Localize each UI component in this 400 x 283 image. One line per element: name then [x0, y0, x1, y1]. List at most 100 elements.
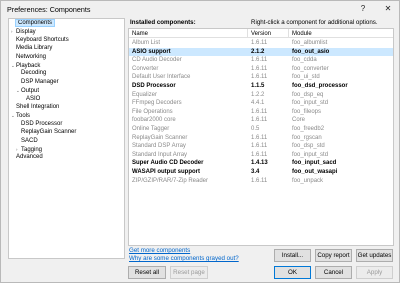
cell-name: FFmpeg Decoders: [132, 100, 182, 107]
cell-version: 1.6.11: [251, 57, 268, 64]
cell-name: foobar2000 core: [132, 117, 176, 124]
tree-item-label: Networking: [16, 53, 47, 60]
preferences-window: Preferences: Components ? ✕ Components › D…: [0, 0, 400, 283]
cell-module: foo_albumlist: [292, 40, 328, 46]
cell-module: foo_unpack: [292, 177, 324, 184]
table-row[interactable]: Album List 1.6.11 foo_albumlist: [129, 39, 393, 48]
tree-item-label: ReplayGain Scanner: [21, 129, 77, 136]
cell-version: 1.6.11: [251, 151, 268, 158]
components-list[interactable]: Name Version Module Album List 1.6.11 foo_…: [128, 28, 394, 246]
cell-version: 1.1.5: [251, 83, 265, 89]
table-row[interactable]: CD Audio Decoder 1.6.11 foo_cdda: [129, 56, 393, 65]
install-button[interactable]: Install...: [274, 249, 311, 262]
cell-name: Default User Interface: [132, 74, 191, 81]
cell-version: 1.6.11: [251, 74, 268, 81]
tree-item[interactable]: ReplayGain Scanner: [16, 129, 76, 136]
why-grayed-out-link[interactable]: Why are some components grayed out?: [129, 255, 239, 262]
cancel-button[interactable]: Cancel: [315, 266, 352, 279]
column-separator[interactable]: [288, 29, 289, 38]
right-click-hint: Right-click a component for additional o…: [251, 19, 378, 26]
cell-name: Standard Input Array: [132, 151, 188, 158]
preferences-tree[interactable]: Components › Display Keyboard Shortcuts Medi…: [8, 18, 125, 259]
tree-item[interactable]: Decoding: [16, 70, 46, 77]
list-header: Name Version Module: [129, 29, 393, 38]
tree-item[interactable]: Media Library: [11, 45, 52, 52]
table-row[interactable]: WASAPI output support 3.4 foo_out_wasapi: [129, 168, 393, 177]
cell-module: foo_input_sacd: [292, 160, 337, 167]
tree-item[interactable]: ⌄Playback: [11, 62, 40, 69]
tree-item[interactable]: DSD Processor: [16, 121, 62, 128]
tree-item-label: Tools: [16, 113, 31, 120]
table-row[interactable]: foobar2000 core 1.6.11 Core: [129, 116, 393, 125]
cell-name: Album List: [132, 40, 161, 46]
cell-name: DSD Processor: [132, 83, 176, 89]
table-row[interactable]: Converter 1.6.11 foo_converter: [129, 65, 393, 74]
table-row[interactable]: ReplayGain Scanner 1.6.11 foo_rgscan: [129, 134, 393, 143]
table-row[interactable]: Super Audio CD Decoder 1.4.13 foo_input_sa…: [129, 159, 393, 168]
cell-module: foo_input_std: [292, 100, 329, 107]
tree-item-label: ASIO: [26, 95, 41, 102]
tree-item-label: Components: [14, 19, 56, 27]
tree-item[interactable]: DSP Manager: [16, 79, 59, 86]
cell-module: foo_out_asio: [292, 48, 330, 55]
cell-version: 1.6.11: [251, 177, 268, 184]
tree-item-label: Shell Integration: [16, 104, 60, 110]
table-row[interactable]: Standard Input Array 1.6.11 foo_input_std: [129, 151, 393, 160]
column-separator[interactable]: [247, 29, 248, 38]
column-header-module[interactable]: Module: [292, 31, 312, 37]
tree-item-label: Decoding: [21, 70, 47, 77]
tree-item-label: DSD Processor: [21, 120, 63, 127]
tree-item[interactable]: Components: [11, 19, 56, 27]
tree-item-label: Media Library: [16, 45, 53, 52]
tree-item[interactable]: ⌄Output: [16, 87, 39, 94]
cell-version: 1.2.2: [251, 91, 265, 98]
tree-item-label: Advanced: [16, 154, 43, 161]
copy-report-button[interactable]: Copy report: [315, 249, 352, 262]
cell-version: 2.1.2: [251, 48, 265, 55]
table-row[interactable]: ZIP/GZIP/RAR/7-Zip Reader 1.6.11 foo_unpac…: [129, 177, 393, 186]
cell-name: WASAPI output support: [132, 169, 200, 175]
cell-version: 1.4.13: [251, 160, 268, 167]
table-row[interactable]: ASIO support 2.1.2 foo_out_asio: [129, 47, 393, 57]
table-row[interactable]: Equalizer 1.2.2 foo_dsp_eq: [129, 91, 393, 100]
tree-item[interactable]: ASIO: [21, 96, 40, 103]
column-header-name[interactable]: Name: [132, 31, 148, 37]
table-row[interactable]: FFmpeg Decoders 4.4.1 foo_input_std: [129, 99, 393, 108]
tree-item-label: Playback: [16, 63, 41, 69]
tree-item[interactable]: Shell Integration: [11, 104, 59, 111]
installed-components-heading: Installed components:: [130, 19, 196, 26]
cell-module: foo_ui_std: [292, 74, 320, 81]
tree-item[interactable]: Keyboard Shortcuts: [11, 37, 69, 44]
cell-module: foo_fileops: [292, 108, 322, 115]
tree-item[interactable]: › Tagging: [16, 146, 42, 153]
tree-item[interactable]: ⌄Tools: [11, 112, 30, 119]
cell-module: foo_dsd_processor: [292, 83, 348, 89]
cell-version: 3.4: [251, 169, 260, 175]
close-icon[interactable]: ✕: [381, 2, 395, 15]
tree-item-label: SACD: [21, 137, 38, 144]
cell-module: foo_dsp_std: [292, 143, 325, 150]
help-icon[interactable]: ?: [356, 2, 370, 15]
cell-version: 4.4.1: [251, 100, 265, 107]
cell-name: Equalizer: [132, 91, 158, 98]
reset-page-button[interactable]: Reset page: [170, 266, 208, 279]
table-row[interactable]: Online Tagger 0.5 foo_freedb2: [129, 125, 393, 134]
tree-item[interactable]: › Display: [11, 28, 36, 35]
cell-module: foo_out_wasapi: [292, 169, 338, 175]
tree-item[interactable]: Networking: [11, 54, 46, 61]
table-row[interactable]: File Operations 1.6.11 foo_fileops: [129, 108, 393, 117]
column-header-version[interactable]: Version: [251, 31, 271, 37]
tree-item[interactable]: Advanced: [11, 154, 43, 161]
tree-item[interactable]: SACD: [16, 138, 38, 145]
apply-button[interactable]: Apply: [356, 266, 393, 279]
table-row[interactable]: Standard DSP Array 1.6.11 foo_dsp_std: [129, 142, 393, 151]
cell-version: 1.6.11: [251, 117, 268, 124]
cell-version: 1.6.11: [251, 65, 268, 72]
table-row[interactable]: Default User Interface 1.6.11 foo_ui_std: [129, 73, 393, 82]
ok-button[interactable]: OK: [274, 266, 311, 279]
get-updates-button[interactable]: Get updates: [356, 249, 393, 262]
reset-all-button[interactable]: Reset all: [128, 266, 166, 279]
tree-item-label: Output: [21, 88, 40, 95]
get-more-components-link[interactable]: Get more components: [129, 247, 190, 254]
table-row[interactable]: DSD Processor 1.1.5 foo_dsd_processor: [129, 82, 393, 91]
